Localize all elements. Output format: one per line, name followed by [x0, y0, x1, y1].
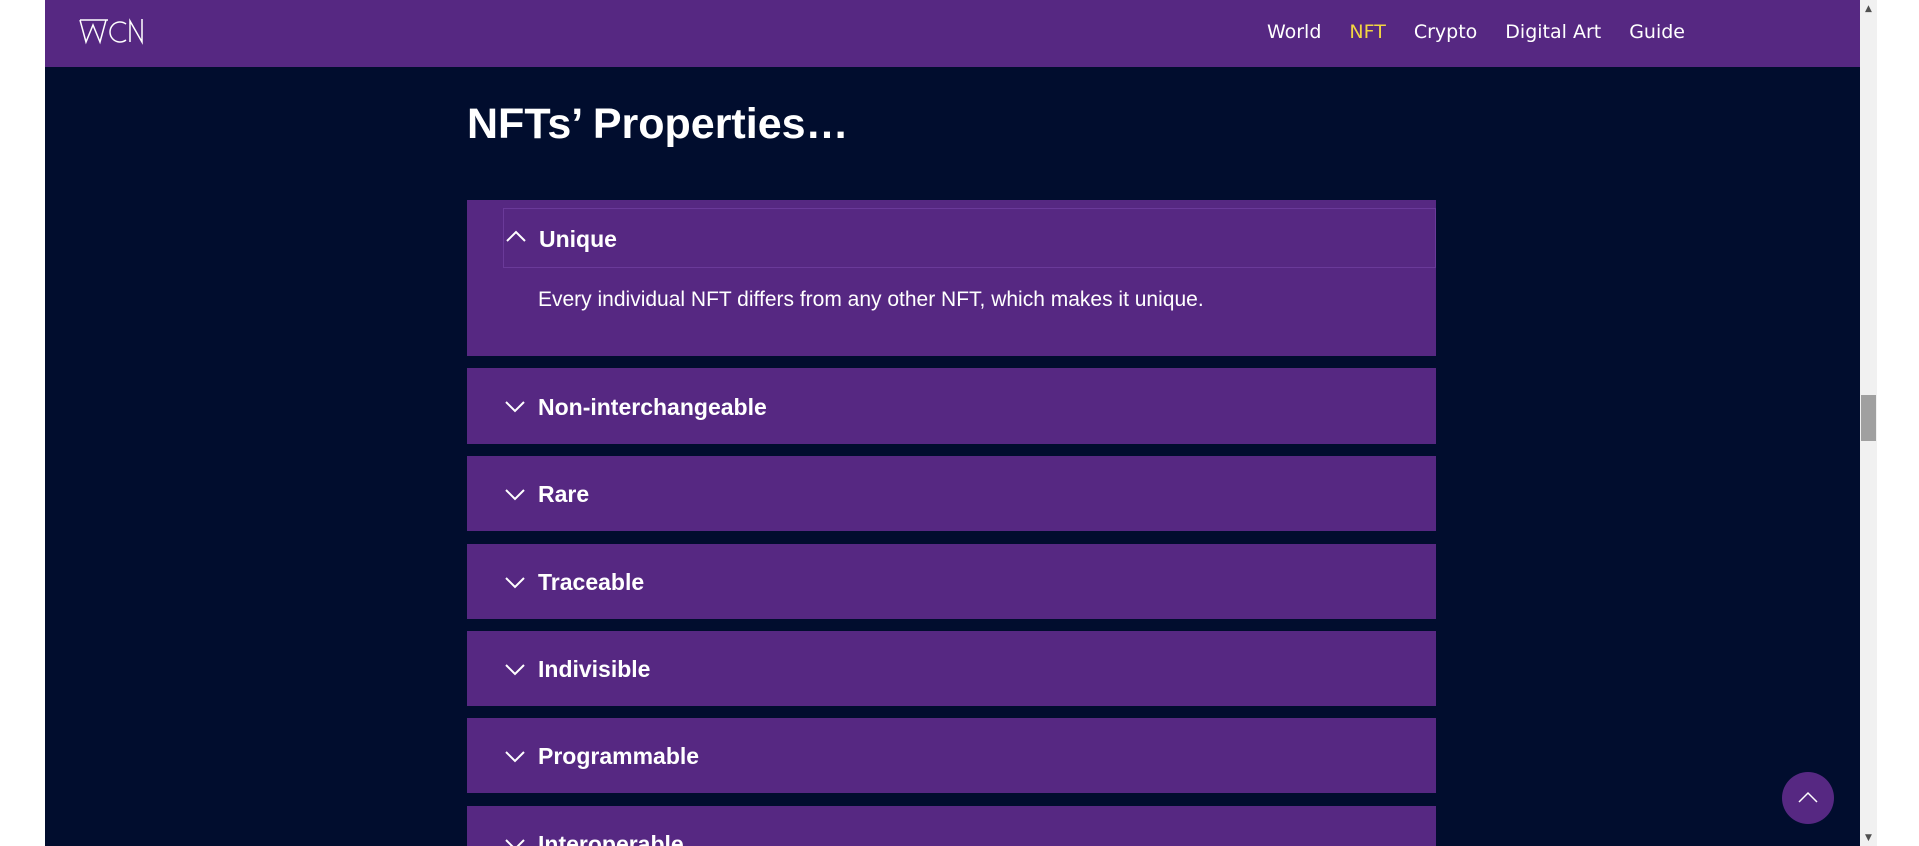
scroll-down-arrow-icon[interactable]: ▼ — [1860, 829, 1877, 846]
accordion-content-unique: Every individual NFT differs from any ot… — [538, 288, 1204, 311]
chevron-down-icon — [505, 839, 525, 846]
vertical-scrollbar[interactable]: ▲ ▼ — [1860, 0, 1877, 846]
accordion-header-unique[interactable]: Unique — [503, 208, 1436, 268]
accordion-item-rare: Rare — [467, 456, 1436, 531]
back-to-top-button[interactable] — [1782, 772, 1834, 824]
accordion-title: Indivisible — [538, 656, 651, 682]
chevron-down-icon — [505, 664, 525, 676]
accordion-item-non-interchangeable: Non-interchangeable — [467, 368, 1436, 444]
chevron-down-icon — [505, 401, 525, 413]
accordion-title: Traceable — [538, 569, 645, 595]
accordion-item-interoperable: Interoperable — [467, 806, 1436, 846]
accordion-header-non-interchangeable[interactable]: Non-interchangeable — [503, 368, 1436, 444]
navbar: World NFT Crypto Digital Art Guide — [45, 0, 1860, 67]
accordion-title: Rare — [538, 481, 590, 507]
accordion-header-programmable[interactable]: Programmable — [503, 718, 1436, 793]
logo[interactable] — [78, 16, 144, 46]
scrollbar-thumb[interactable] — [1861, 395, 1876, 441]
accordion-item-indivisible: Indivisible — [467, 631, 1436, 706]
accordion-item-unique: Unique Every individual NFT differs from… — [467, 200, 1436, 356]
arrow-up-icon — [1798, 791, 1818, 803]
accordion-header-rare[interactable]: Rare — [503, 456, 1436, 531]
scroll-up-arrow-icon[interactable]: ▲ — [1860, 0, 1877, 17]
accordion-title: Unique — [539, 226, 617, 252]
main-nav: World NFT Crypto Digital Art Guide — [1267, 0, 1685, 64]
chevron-down-icon — [505, 751, 525, 763]
page: World NFT Crypto Digital Art Guide NFTs’… — [45, 0, 1860, 846]
accordion-header-traceable[interactable]: Traceable — [503, 544, 1436, 619]
accordion-item-traceable: Traceable — [467, 544, 1436, 619]
accordion-title: Interoperable — [538, 831, 684, 846]
accordion-title: Programmable — [538, 743, 700, 769]
chevron-up-icon — [506, 230, 526, 242]
nav-link-digital-art[interactable]: Digital Art — [1505, 21, 1601, 43]
nav-link-nft[interactable]: NFT — [1349, 21, 1385, 43]
chevron-down-icon — [505, 577, 525, 589]
nav-link-world[interactable]: World — [1267, 21, 1321, 43]
chevron-down-icon — [505, 489, 525, 501]
accordion-header-indivisible[interactable]: Indivisible — [503, 631, 1436, 706]
accordion-item-programmable: Programmable — [467, 718, 1436, 793]
page-title: NFTs’ Properties… — [467, 100, 849, 148]
nav-link-guide[interactable]: Guide — [1629, 21, 1685, 43]
accordion-title: Non-interchangeable — [538, 394, 767, 420]
accordion-header-interoperable[interactable]: Interoperable — [503, 806, 1436, 846]
nav-link-crypto[interactable]: Crypto — [1414, 21, 1477, 43]
